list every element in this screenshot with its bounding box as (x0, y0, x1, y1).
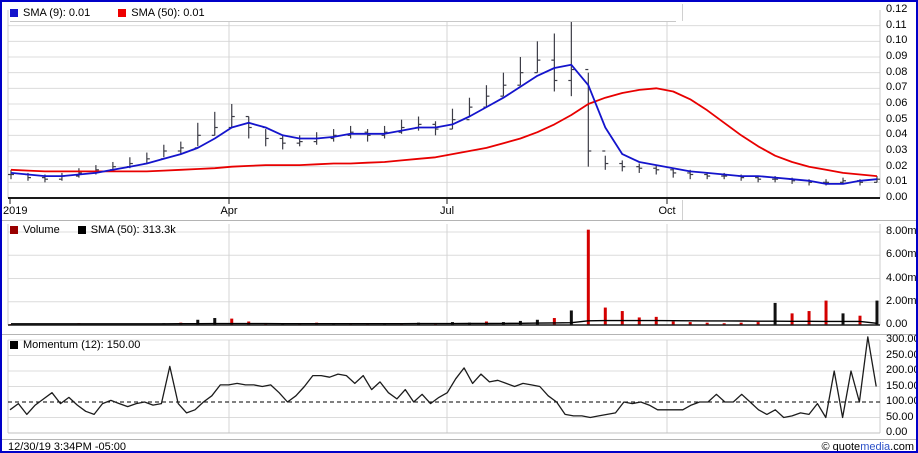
price-y-tick: 0.10 (886, 34, 907, 46)
timestamp-label: 12/30/19 3:34PM -05:00 (8, 441, 126, 453)
momentum-legend: Momentum (12): 150.00 (10, 337, 140, 353)
separator-volume-momentum (2, 334, 918, 335)
volume-y-tick: 4.00m (886, 272, 917, 284)
volume-y-tick: 0.00 (886, 318, 907, 330)
legend-item-momentum: Momentum (12): 150.00 (10, 339, 140, 351)
price-y-tick: 0.04 (886, 128, 907, 140)
sma9-legend-label: SMA (9): 0.01 (23, 7, 90, 19)
sma50-color-swatch-icon (118, 9, 126, 17)
legend-item-volume: Volume (10, 224, 60, 236)
x-axis-label: 2019 (3, 205, 27, 217)
price-y-tick: 0.08 (886, 66, 907, 78)
momentum-color-swatch-icon (10, 341, 18, 349)
price-y-tick: 0.03 (886, 144, 907, 156)
price-y-tick: 0.06 (886, 97, 907, 109)
price-legend: SMA (9): 0.01 SMA (50): 0.01 (10, 5, 676, 22)
volume-y-tick: 8.00m (886, 225, 917, 237)
footer-bar: 12/30/19 3:34PM -05:00 © quotemedia.com (2, 439, 918, 453)
momentum-legend-label: Momentum (12): 150.00 (23, 339, 140, 351)
price-y-tick: 0.09 (886, 50, 907, 62)
volume-legend: Volume SMA (50): 313.3k (10, 222, 176, 238)
price-y-tick: 0.07 (886, 81, 907, 93)
volume-y-tick: 6.00m (886, 248, 917, 260)
legend-item-sma50: SMA (50): 0.01 (118, 7, 204, 19)
momentum-y-tick: 0.00 (886, 426, 907, 438)
momentum-y-tick: 300.00 (886, 333, 918, 345)
volume-y-tick: 2.00m (886, 295, 917, 307)
copyright-suffix: .com (890, 441, 914, 453)
volume-legend-label: Volume (23, 224, 60, 236)
axis-row-cell-divider (682, 200, 683, 220)
sma9-color-swatch-icon (10, 9, 18, 17)
separator-price-volume (2, 220, 918, 221)
price-y-tick: 0.00 (886, 191, 907, 203)
momentum-y-tick: 150.00 (886, 380, 918, 392)
momentum-y-tick: 250.00 (886, 349, 918, 361)
price-y-tick: 0.12 (886, 3, 907, 15)
volume-sma50-legend-label: SMA (50): 313.3k (91, 224, 176, 236)
price-y-tick: 0.05 (886, 113, 907, 125)
price-y-tick: 0.01 (886, 175, 907, 187)
copyright-prefix: © quote (821, 441, 860, 453)
price-y-tick: 0.02 (886, 160, 907, 172)
stock-chart-frame: SMA (9): 0.01 SMA (50): 0.01 Volume SMA … (0, 0, 918, 453)
price-y-tick: 0.11 (886, 19, 907, 31)
legend-item-volume-sma50: SMA (50): 313.3k (78, 224, 176, 236)
legend-item-sma9: SMA (9): 0.01 (10, 7, 90, 19)
copyright-label: © quotemedia.com (821, 441, 914, 453)
volume-sma50-color-swatch-icon (78, 226, 86, 234)
x-axis-label: Jul (432, 205, 462, 217)
sma50-legend-label: SMA (50): 0.01 (131, 7, 204, 19)
legend-cell-divider (682, 4, 683, 21)
x-axis-label: Oct (652, 205, 682, 217)
momentum-y-tick: 50.00 (886, 411, 914, 423)
volume-color-swatch-icon (10, 226, 18, 234)
momentum-y-tick: 100.00 (886, 395, 918, 407)
momentum-y-tick: 200.00 (886, 364, 918, 376)
quotemedia-brand: media (860, 441, 890, 453)
x-axis-label: Apr (214, 205, 244, 217)
